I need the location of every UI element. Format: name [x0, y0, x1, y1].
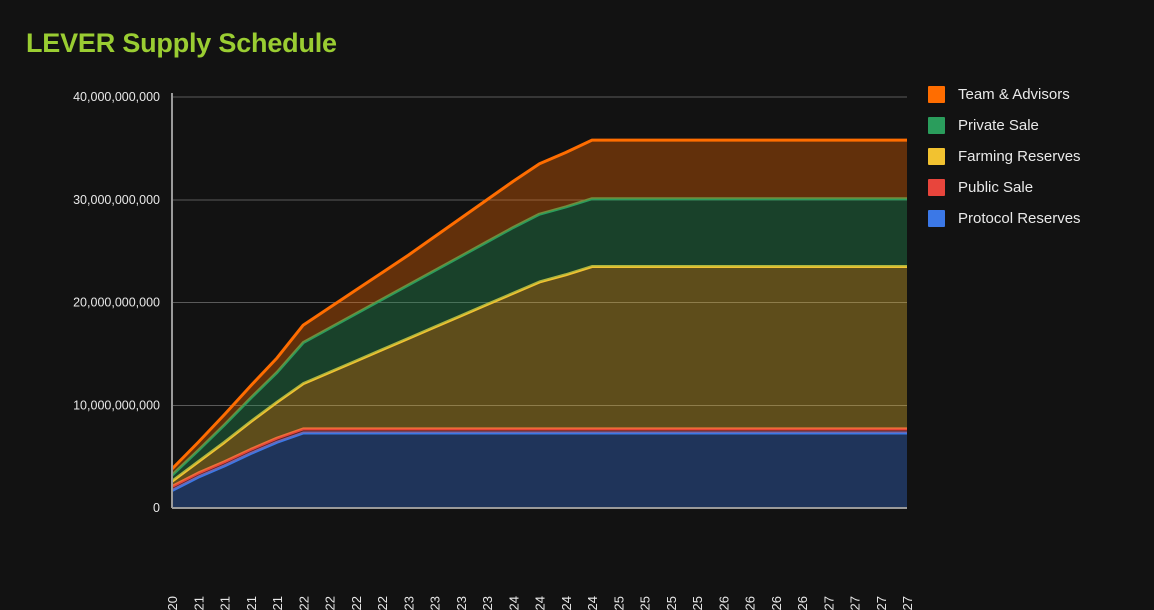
- legend-color-swatch: [928, 147, 945, 165]
- y-tick-label: 30,000,000,000: [73, 193, 160, 207]
- x-tick-label: Oct 23: [480, 596, 495, 610]
- x-tick-label: Jul 22: [349, 596, 364, 610]
- x-tick-label: Jul 26: [769, 596, 784, 610]
- x-tick-label: Apr 22: [323, 596, 338, 610]
- x-tick-label: Apr 26: [743, 596, 758, 610]
- y-axis-tick-labels: 40,000,000,000 30,000,000,000 20,000,000,0…: [73, 90, 160, 515]
- x-tick-label: Oct 27: [900, 596, 915, 610]
- x-tick-label: Apr 23: [428, 596, 443, 610]
- x-tick-label: Jan 22: [296, 596, 311, 610]
- chart-legend: Team & Advisors Private Sale Farming Reser…: [928, 85, 1081, 227]
- x-tick-label: Oct 22: [375, 596, 390, 610]
- legend-item[interactable]: Protocol Reserves: [928, 209, 1081, 227]
- x-tick-label: Jan 25: [611, 596, 626, 610]
- legend-item[interactable]: Team & Advisors: [928, 85, 1081, 103]
- x-tick-label: Oct 20: [165, 596, 180, 610]
- x-tick-label: Apr 27: [848, 596, 863, 610]
- legend-color-swatch: [928, 116, 945, 134]
- y-tick-label: 20,000,000,000: [73, 296, 160, 310]
- legend-item-label: Private Sale: [958, 116, 1039, 134]
- x-tick-label: Jan 24: [506, 596, 521, 610]
- x-tick-label: Jan 27: [821, 596, 836, 610]
- legend-item-label: Public Sale: [958, 178, 1034, 196]
- y-tick-label: 40,000,000,000: [73, 90, 160, 104]
- x-tick-label: Apr 21: [218, 596, 233, 610]
- x-tick-label: Jul 24: [559, 596, 574, 610]
- supply-schedule-chart: LEVER Supply Schedule 40,000,000,000 30,0…: [0, 0, 1154, 610]
- x-tick-label: Apr 25: [638, 596, 653, 610]
- x-tick-label: Jan 26: [716, 596, 731, 610]
- legend-color-swatch: [928, 178, 945, 196]
- x-axis-tick-labels: Oct 20 Jan 21 Apr 21 Jul 21 Oct 21 Jan 22 Apr …: [165, 596, 915, 610]
- legend-color-swatch: [928, 85, 945, 103]
- x-tick-label: Oct 25: [690, 596, 705, 610]
- legend-item-label: Protocol Reserves: [958, 209, 1081, 227]
- x-tick-label: Jan 21: [191, 596, 206, 610]
- legend-item[interactable]: Farming Reserves: [928, 147, 1081, 165]
- y-tick-label: 0: [153, 501, 160, 515]
- x-tick-label: Oct 21: [270, 596, 285, 610]
- stacked-area-series: [170, 138, 907, 508]
- x-tick-label: Jul 21: [244, 596, 259, 610]
- x-tick-label: Oct 26: [795, 596, 810, 610]
- x-tick-label: Jul 25: [664, 596, 679, 610]
- y-tick-label: 10,000,000,000: [73, 398, 160, 412]
- x-tick-label: Oct 24: [585, 596, 600, 610]
- area-fill: [172, 432, 907, 508]
- x-tick-label: Jul 27: [874, 596, 889, 610]
- legend-item[interactable]: Private Sale: [928, 116, 1081, 134]
- legend-item[interactable]: Public Sale: [928, 178, 1081, 196]
- legend-item-label: Team & Advisors: [958, 85, 1070, 103]
- x-tick-label: Jul 23: [454, 596, 469, 610]
- x-tick-label: Jan 23: [401, 596, 416, 610]
- legend-item-label: Farming Reserves: [958, 147, 1081, 165]
- legend-color-swatch: [928, 209, 945, 227]
- x-tick-label: Apr 24: [533, 596, 548, 610]
